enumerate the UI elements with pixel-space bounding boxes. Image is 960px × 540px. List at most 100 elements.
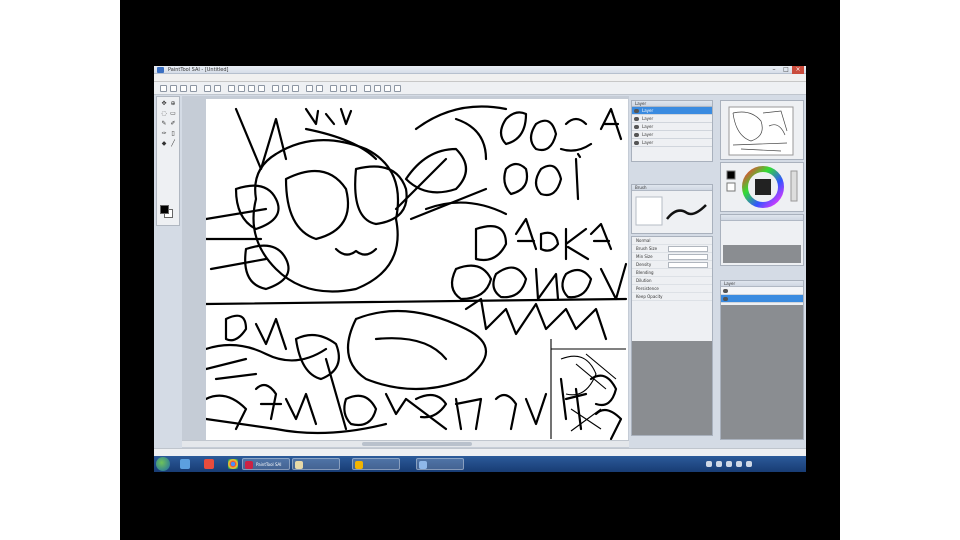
toolbar-button[interactable] <box>272 85 279 92</box>
min-size-slider[interactable] <box>668 254 708 260</box>
swatch-panel <box>720 214 804 266</box>
zoom-icon[interactable] <box>394 85 401 92</box>
layer-name: Layer <box>642 140 654 145</box>
eye-icon[interactable] <box>634 133 639 137</box>
toolbar-button[interactable] <box>228 85 235 92</box>
density-slider[interactable] <box>668 262 708 268</box>
toolbar-button[interactable] <box>238 85 245 92</box>
layer-row-selected[interactable] <box>721 295 803 303</box>
explorer-icon[interactable] <box>180 459 190 469</box>
eye-icon[interactable] <box>634 109 639 113</box>
tray-icon[interactable] <box>726 461 732 467</box>
density-row[interactable]: Density <box>632 261 712 269</box>
window-titlebar: PaintTool SAI - [Untitled] – □ × <box>154 66 806 74</box>
main-toolbar <box>154 82 806 95</box>
system-tray <box>686 456 806 472</box>
scrollbar-thumb[interactable] <box>362 442 472 446</box>
sketch-strokes <box>206 105 628 441</box>
toolbar-button[interactable] <box>282 85 289 92</box>
rotate-right-icon[interactable] <box>374 85 381 92</box>
maximize-button[interactable]: □ <box>780 66 792 74</box>
layer-name: Layer <box>642 124 654 129</box>
min-size-row[interactable]: Min Size <box>632 253 712 261</box>
toolbar-button[interactable] <box>330 85 337 92</box>
option-label: Brush Size <box>636 246 658 251</box>
taskbar-button[interactable] <box>292 458 340 470</box>
layer-row[interactable] <box>721 287 803 295</box>
layer-name: Layer <box>642 108 654 113</box>
toolbar-button[interactable] <box>170 85 177 92</box>
eye-icon[interactable] <box>723 289 728 293</box>
flip-icon[interactable] <box>384 85 391 92</box>
layer-panel: Layer Layer Layer Layer Layer Layer <box>631 100 713 162</box>
toolbar-button[interactable] <box>248 85 255 92</box>
toolbar-button[interactable] <box>204 85 211 92</box>
toolbar-button[interactable] <box>190 85 197 92</box>
windows-taskbar: PaintTool SAI <box>154 456 806 472</box>
app-icon <box>355 461 363 469</box>
layer-row[interactable]: Layer <box>632 139 712 147</box>
minimize-button[interactable]: – <box>768 66 780 74</box>
drawing-canvas[interactable] <box>206 99 628 443</box>
bucket-tool-icon[interactable]: ◆ <box>160 140 168 148</box>
toolbar-button[interactable] <box>340 85 347 92</box>
brush-size-row[interactable]: Brush Size <box>632 245 712 253</box>
eye-icon[interactable] <box>634 117 639 121</box>
select-tool-icon[interactable]: ▭ <box>169 110 177 118</box>
brush-stroke-preview <box>635 196 707 226</box>
navigator-thumbnail <box>728 106 794 156</box>
blend-mode-row[interactable]: Normal <box>632 237 712 245</box>
app-icon <box>245 461 253 469</box>
layer-row[interactable]: Layer <box>632 123 712 131</box>
toolbar-button[interactable] <box>306 85 313 92</box>
volume-icon[interactable] <box>746 461 752 467</box>
start-orb-icon[interactable] <box>156 457 170 471</box>
move-tool-icon[interactable]: ✥ <box>160 100 168 108</box>
option-label: Keep Opacity <box>636 294 663 299</box>
toolbar-button[interactable] <box>316 85 323 92</box>
tray-icon[interactable] <box>706 461 712 467</box>
lasso-tool-icon[interactable]: ◌ <box>160 110 168 118</box>
persistence-row[interactable]: Persistence <box>632 285 712 293</box>
eyedropper-tool-icon[interactable]: ╱ <box>169 140 177 148</box>
app-icon <box>295 461 303 469</box>
option-label: Persistence <box>636 286 659 291</box>
eye-icon[interactable] <box>634 125 639 129</box>
blending-row[interactable]: Blending <box>632 269 712 277</box>
option-label: Dilution <box>636 278 652 283</box>
toolbar-button[interactable] <box>350 85 357 92</box>
pen-tool-icon[interactable]: ✎ <box>160 120 168 128</box>
network-icon[interactable] <box>736 461 742 467</box>
close-button[interactable]: × <box>792 66 804 74</box>
airbrush-tool-icon[interactable]: ✑ <box>160 130 168 138</box>
color-wheel-icon[interactable] <box>721 163 803 211</box>
canvas-horizontal-scrollbar[interactable] <box>182 440 629 447</box>
tray-icon[interactable] <box>716 461 722 467</box>
toolbar-button[interactable] <box>292 85 299 92</box>
toolbar-button[interactable] <box>214 85 221 92</box>
chrome-icon[interactable] <box>228 459 238 469</box>
foreground-color-swatch[interactable] <box>160 205 169 214</box>
layer-row[interactable]: Layer <box>632 115 712 123</box>
keep-opacity-row[interactable]: Keep Opacity <box>632 293 712 301</box>
eye-icon[interactable] <box>634 141 639 145</box>
toolbar-button[interactable] <box>160 85 167 92</box>
color-panel <box>720 162 804 212</box>
brush-tool-icon[interactable]: ✐ <box>169 120 177 128</box>
taskbar-button[interactable] <box>352 458 400 470</box>
rotate-left-icon[interactable] <box>364 85 371 92</box>
layer-row[interactable]: Layer <box>632 131 712 139</box>
color-swatch-black <box>726 170 736 180</box>
brush-size-slider[interactable] <box>668 246 708 252</box>
eraser-tool-icon[interactable]: ▯ <box>169 130 177 138</box>
dilution-row[interactable]: Dilution <box>632 277 712 285</box>
eye-icon[interactable] <box>723 297 728 301</box>
media-player-icon[interactable] <box>204 459 214 469</box>
toolbar-button[interactable] <box>180 85 187 92</box>
layer-row-selected[interactable]: Layer <box>632 107 712 115</box>
zoom-tool-icon[interactable]: ⊕ <box>169 100 177 108</box>
toolbar-button[interactable] <box>258 85 265 92</box>
taskbar-button[interactable]: PaintTool SAI <box>242 458 290 470</box>
menu-bar: File Edit Image Layer Selection Filter V… <box>154 74 806 91</box>
taskbar-button[interactable] <box>416 458 464 470</box>
